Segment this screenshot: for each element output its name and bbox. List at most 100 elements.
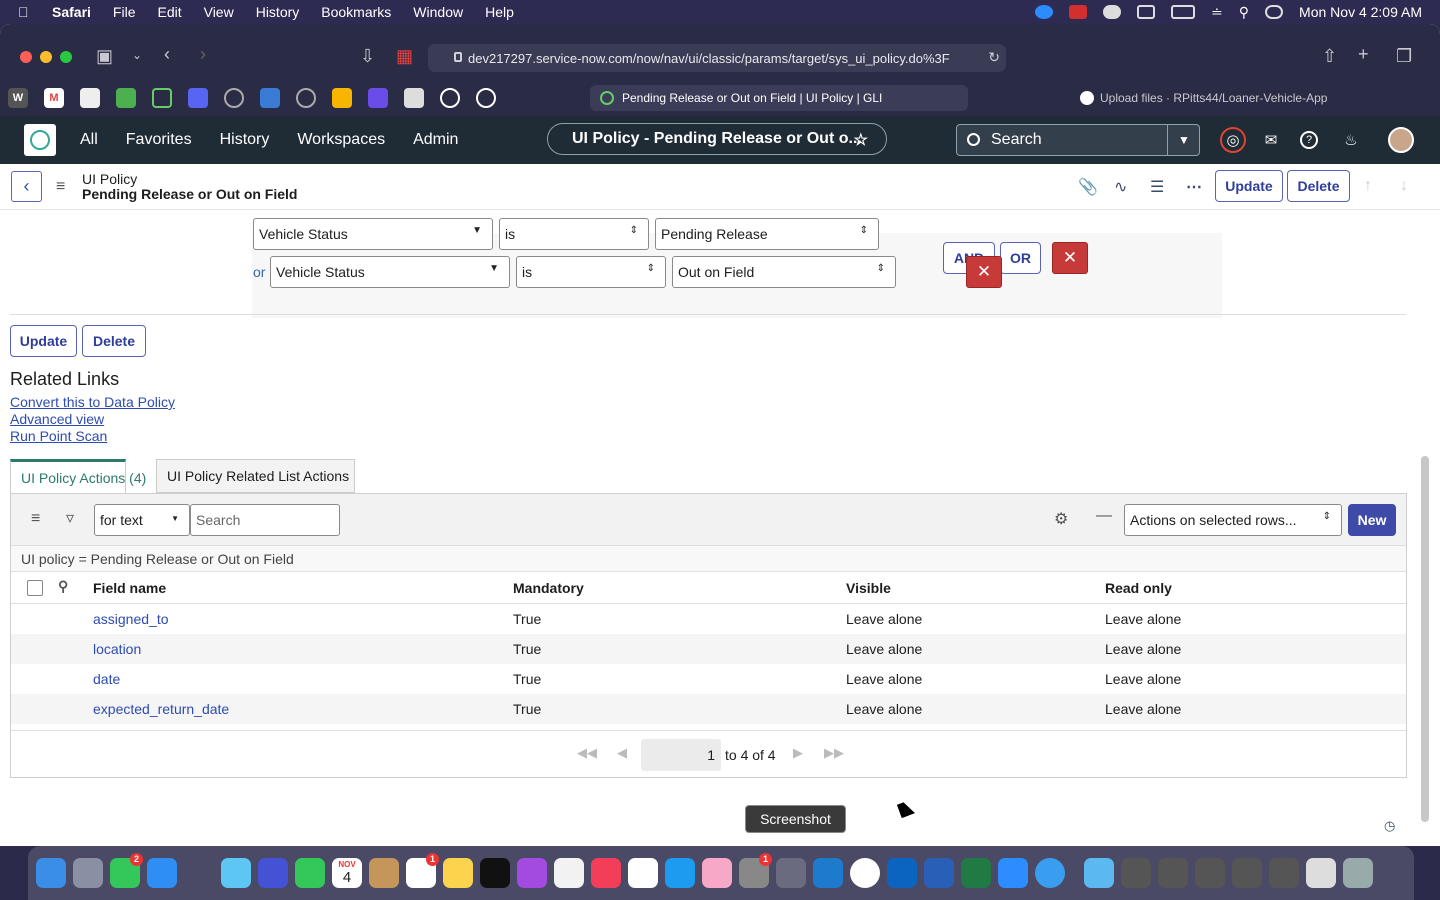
star-icon[interactable]: ☆ [854, 130, 868, 150]
vectorworks-icon[interactable] [258, 858, 288, 888]
excel-icon[interactable] [961, 858, 991, 888]
favorite-w-icon[interactable]: W [8, 88, 28, 108]
tab-active[interactable]: Pending Release or Out on Field | UI Pol… [590, 85, 968, 111]
favorite-icon[interactable] [224, 88, 244, 108]
run-point-scan-link[interactable]: Run Point Scan [10, 428, 107, 444]
trash-icon[interactable] [1343, 858, 1373, 888]
launchpad-icon[interactable] [73, 858, 103, 888]
attachment-icon[interactable]: 📎 [1078, 177, 1098, 197]
convert-to-data-policy-link[interactable]: Convert this to Data Policy [10, 394, 175, 410]
downloads-icon[interactable]: ⇩ [360, 46, 375, 67]
settings-icon[interactable]: 1 [739, 853, 772, 888]
news-icon[interactable] [554, 858, 584, 888]
messages-icon[interactable]: 2 [110, 853, 143, 888]
window-icon[interactable] [1232, 858, 1262, 888]
share-icon[interactable]: ⇧ [1322, 46, 1337, 67]
favorite-icon[interactable] [332, 88, 352, 108]
tab-inactive[interactable]: Upload files · RPitts44/Loaner-Vehicle-A… [1080, 85, 1327, 111]
nav-admin[interactable]: Admin [413, 131, 458, 149]
more-icon[interactable]: ⋯ [1186, 177, 1202, 197]
tab-ui-policy-actions[interactable]: UI Policy Actions (4) [10, 459, 146, 493]
search-icon[interactable]: ⚲ [58, 578, 68, 595]
favorite-icon[interactable] [80, 88, 100, 108]
table-row[interactable]: expected_return_date True Leave alone Le… [11, 694, 1406, 724]
back-icon[interactable]: ‹ [164, 44, 170, 65]
list-search-input[interactable]: Search [190, 504, 340, 536]
vscode-icon[interactable] [813, 858, 843, 888]
field-name-link[interactable]: assigned_to [93, 611, 169, 627]
filter-breadcrumb[interactable]: UI policy = Pending Release or Out on Fi… [11, 546, 1406, 572]
control-center-icon[interactable] [1265, 5, 1284, 19]
company-logo[interactable] [24, 124, 56, 156]
column-mandatory[interactable]: Mandatory [513, 580, 584, 596]
notes-icon[interactable] [443, 858, 473, 888]
table-row[interactable]: date True Leave alone Leave alone [11, 664, 1406, 694]
safari-icon[interactable] [1035, 858, 1065, 888]
address-bar[interactable]: dev217297.service-now.com/now/nav/ui/cla… [428, 44, 1006, 72]
word-icon[interactable] [924, 858, 954, 888]
window-icon[interactable] [1195, 858, 1225, 888]
avatar[interactable] [1388, 127, 1414, 153]
menu-edit[interactable]: Edit [157, 4, 181, 20]
menu-view[interactable]: View [204, 4, 234, 20]
page-input[interactable]: 1 [641, 739, 721, 771]
display-icon[interactable] [1137, 5, 1156, 19]
pen-icon[interactable] [184, 858, 214, 888]
menu-history[interactable]: History [256, 4, 300, 20]
nav-history[interactable]: History [220, 131, 270, 149]
activity-icon[interactable]: ∿ [1114, 177, 1127, 197]
new-button[interactable]: New [1348, 504, 1396, 536]
nav-all[interactable]: All [80, 131, 98, 149]
facetime-icon[interactable] [295, 858, 325, 888]
mcafee-icon[interactable] [1069, 5, 1088, 19]
menu-help[interactable]: Help [485, 4, 514, 20]
tab-ui-policy-related-list-actions[interactable]: UI Policy Related List Actions [156, 459, 355, 493]
menu-app-name[interactable]: Safari [52, 4, 91, 20]
context-menu-icon[interactable]: ≡ [56, 178, 65, 196]
folder-icon[interactable] [1084, 858, 1114, 888]
condition-value-select[interactable]: Pending Release ⇕ [655, 218, 879, 250]
extension-icon[interactable]: ▦ [396, 46, 413, 67]
table-row[interactable]: location True Leave alone Leave alone [11, 634, 1406, 664]
favorite-icon[interactable] [116, 88, 136, 108]
reload-icon[interactable]: ↻ [988, 49, 1000, 66]
or-button[interactable]: OR [1000, 242, 1041, 274]
zoom-icon[interactable] [1035, 5, 1054, 19]
calendar-icon[interactable]: NOV 4 [332, 858, 362, 888]
next-page-icon[interactable]: ▶ [793, 745, 803, 761]
photos-icon[interactable] [702, 858, 732, 888]
podcasts-icon[interactable] [517, 858, 547, 888]
header-update-button[interactable]: Update [1215, 170, 1283, 202]
settings-sliders-icon[interactable]: ☰ [1150, 177, 1164, 197]
discord-icon[interactable] [188, 88, 208, 108]
tab-overview-icon[interactable]: ❐ [1396, 46, 1412, 67]
field-name-link[interactable]: date [93, 671, 120, 687]
delete-button[interactable]: Delete [82, 325, 146, 357]
mail-icon[interactable] [147, 858, 177, 888]
tv-icon[interactable] [480, 858, 510, 888]
notion-icon[interactable] [628, 858, 658, 888]
minimize-window-button[interactable] [40, 51, 52, 63]
condition-field-select[interactable]: Vehicle Status ▼ [270, 256, 510, 288]
forward-icon[interactable]: › [200, 44, 206, 65]
scrollbar[interactable] [1421, 456, 1429, 822]
contacts-icon[interactable] [369, 858, 399, 888]
search-field-select[interactable]: for text ▼ [94, 504, 190, 536]
chat-icon[interactable]: ✉ [1260, 129, 1282, 151]
help-icon[interactable]: ? [1300, 131, 1318, 149]
previous-page-icon[interactable]: ◀ [617, 745, 627, 761]
filter-icon[interactable]: ▿ [66, 508, 74, 528]
clock[interactable]: Mon Nov 4 2:09 AM [1299, 4, 1422, 20]
first-page-icon[interactable]: ◀◀ [577, 745, 597, 761]
wifi-icon[interactable]: ≐ [1211, 4, 1223, 21]
globe-icon[interactable]: ◎ [1220, 127, 1246, 153]
maps-icon[interactable] [221, 858, 251, 888]
list-menu-icon[interactable]: ≡ [31, 510, 40, 528]
sidebar-icon[interactable]: ▣ [96, 46, 113, 67]
reminders-icon[interactable]: 1 [406, 853, 439, 888]
new-tab-icon[interactable]: + [1358, 44, 1369, 65]
gear-icon[interactable]: ⚙ [1054, 509, 1068, 529]
actions-select[interactable]: Actions on selected rows... ⇕ [1124, 504, 1342, 536]
search-icon[interactable]: ⚲ [1239, 4, 1249, 21]
outlook-icon[interactable] [887, 858, 917, 888]
